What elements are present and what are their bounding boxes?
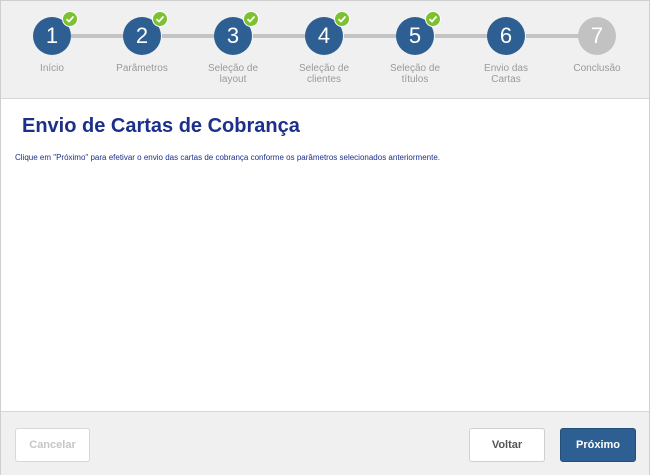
wizard-stepper: 1 Início 2 Parâmetros 3 Seleção de layout… (1, 1, 649, 99)
step-number: 6 (487, 17, 525, 55)
step-4[interactable]: 4 Seleção de clientes (279, 1, 369, 98)
check-icon (62, 11, 78, 27)
step-1[interactable]: 1 Início (7, 1, 97, 98)
check-icon (334, 11, 350, 27)
check-icon (152, 11, 168, 27)
step-label: Seleção de clientes (298, 63, 350, 85)
step-3[interactable]: 3 Seleção de layout (188, 1, 278, 98)
step-label: Conclusão (573, 63, 621, 74)
step-label: Envio das Cartas (484, 63, 528, 85)
step-6[interactable]: 6 Envio das Cartas (461, 1, 551, 98)
step-number: 7 (578, 17, 616, 55)
step-label: Seleção de títulos (389, 63, 441, 85)
wizard-footer: Cancelar Voltar Próximo (1, 411, 649, 475)
check-icon (425, 11, 441, 27)
wizard-content: Envio de Cartas de Cobrança Clique em "P… (1, 99, 649, 411)
step-label: Seleção de layout (207, 63, 259, 85)
next-button[interactable]: Próximo (560, 428, 636, 462)
step-5[interactable]: 5 Seleção de títulos (370, 1, 460, 98)
wizard-dialog: 1 Início 2 Parâmetros 3 Seleção de layout… (0, 0, 650, 475)
cancel-button[interactable]: Cancelar (15, 428, 90, 462)
instruction-text: Clique em "Próximo" para efetivar o envi… (15, 153, 441, 162)
check-icon (243, 11, 259, 27)
back-button[interactable]: Voltar (469, 428, 545, 462)
step-label: Início (40, 63, 64, 74)
step-7: 7 Conclusão (552, 1, 642, 98)
step-label: Parâmetros (116, 63, 168, 74)
page-title: Envio de Cartas de Cobrança (22, 115, 300, 137)
step-2[interactable]: 2 Parâmetros (97, 1, 187, 98)
